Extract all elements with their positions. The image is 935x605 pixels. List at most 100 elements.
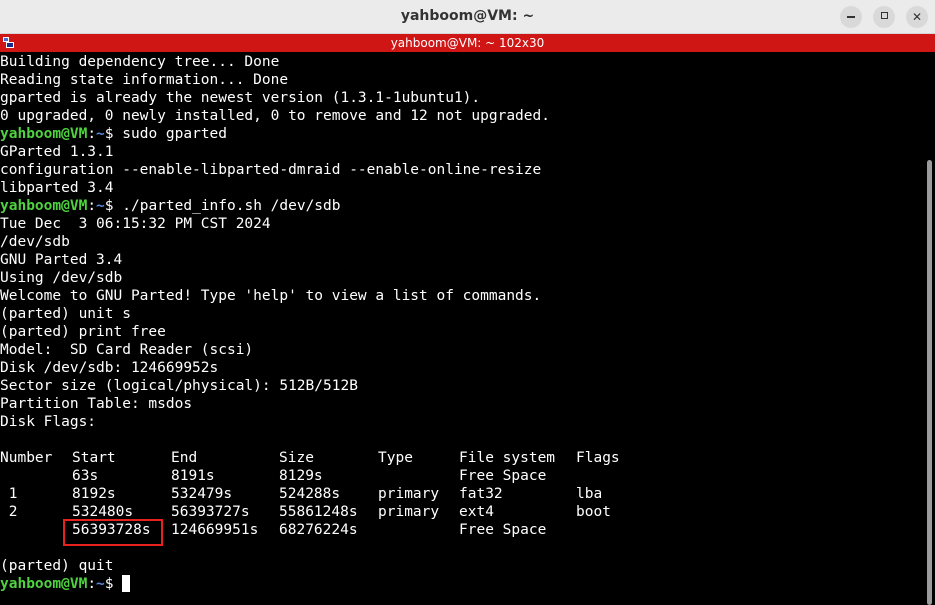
command-text: sudo gparted — [122, 126, 228, 142]
highlight-annotation-box — [63, 519, 163, 546]
table-cell: 55861248s — [279, 504, 358, 520]
window-title: yahboom@VM: ~ — [400, 8, 535, 24]
prompt-symbol: $ — [104, 126, 123, 142]
output-text: /dev/sdb — [0, 234, 70, 250]
output-line: Disk /dev/sdb: 124669952s — [0, 359, 924, 377]
table-cell: Size — [279, 450, 314, 466]
table-cell: Free Space — [459, 522, 547, 538]
command-text: ./parted_info.sh /dev/sdb — [122, 198, 341, 214]
output-line: gparted is already the newest version (1… — [0, 89, 924, 107]
prompt-separator: : — [87, 126, 97, 142]
output-text: libparted 3.4 — [0, 180, 114, 196]
output-line: Building dependency tree... Done — [0, 53, 924, 71]
prompt-path: ~ — [96, 576, 105, 592]
output-line: /dev/sdb — [0, 233, 924, 251]
output-text: Sector size (logical/physical): 512B/512… — [0, 378, 358, 394]
output-line: Using /dev/sdb — [0, 269, 924, 287]
table-cell: 124669951s — [171, 522, 259, 538]
output-text: Welcome to GNU Parted! Type 'help' to vi… — [0, 288, 542, 304]
minimize-icon — [847, 16, 855, 18]
output-text: (parted) quit — [0, 558, 114, 574]
output-line: Model: SD Card Reader (scsi) — [0, 341, 924, 359]
prompt-separator: : — [87, 576, 97, 592]
output-text: gparted is already the newest version (1… — [0, 90, 481, 106]
output-text: Tue Dec 3 06:15:32 PM CST 2024 — [0, 216, 271, 232]
output-line: (parted) unit s — [0, 305, 924, 323]
table-row: 63s 8191s 8129s Free Space — [0, 467, 924, 485]
maximize-button[interactable] — [873, 6, 895, 28]
output-line: Tue Dec 3 06:15:32 PM CST 2024 — [0, 215, 924, 233]
output-line: Welcome to GNU Parted! Type 'help' to vi… — [0, 287, 924, 305]
prompt-line: yahboom@VM:~$ sudo gparted — [0, 125, 924, 143]
prompt-user: yahboom@VM — [0, 198, 88, 214]
output-line: 0 upgraded, 0 newly installed, 0 to remo… — [0, 107, 924, 125]
close-icon: ✕ — [911, 10, 923, 24]
table-cell: 2 — [0, 504, 18, 520]
table-cell: 8191s — [171, 468, 215, 484]
prompt-line: yahboom@VM:~$ — [0, 575, 924, 593]
prompt-user: yahboom@VM — [0, 126, 88, 142]
prompt-separator: : — [87, 198, 97, 214]
output-text: (parted) unit s — [0, 306, 131, 322]
output-text: (parted) print free — [0, 324, 166, 340]
table-cell: End — [171, 450, 198, 466]
title-bar[interactable]: yahboom@VM: ~ ✕ — [0, 0, 935, 34]
table-cell: 1 — [0, 486, 18, 502]
output-text: configuration --enable-libparted-dmraid … — [0, 162, 542, 178]
table-cell: fat32 — [459, 486, 503, 502]
scrollbar-thumb[interactable] — [927, 160, 932, 605]
terminal-tab-bar[interactable]: yahboom@VM: ~ 102x30 — [0, 34, 935, 52]
terminal-tab-title: yahboom@VM: ~ 102x30 — [390, 36, 545, 50]
table-cell: 63s — [72, 468, 99, 484]
table-cell: Flags — [576, 450, 620, 466]
minimize-button[interactable] — [840, 6, 862, 28]
output-line: Sector size (logical/physical): 512B/512… — [0, 377, 924, 395]
table-cell: primary — [378, 504, 440, 520]
prompt-path: ~ — [96, 126, 105, 142]
output-line: Partition Table: msdos — [0, 395, 924, 413]
prompt-path: ~ — [96, 198, 105, 214]
output-text: Model: SD Card Reader (scsi) — [0, 342, 254, 358]
table-cell: ext4 — [459, 504, 494, 520]
output-text: GNU Parted 3.4 — [0, 252, 123, 268]
output-text: Partition Table: msdos — [0, 396, 193, 412]
table-cell: Number — [0, 450, 53, 466]
table-cell: 8192s — [72, 486, 116, 502]
prompt-symbol: $ — [104, 576, 123, 592]
output-text: Disk Flags: — [0, 414, 97, 430]
prompt-symbol: $ — [104, 198, 123, 214]
table-cell: 68276224s — [279, 522, 358, 538]
table-cell: Free Space — [459, 468, 547, 484]
terminal-cursor — [122, 575, 131, 592]
table-cell: 524288s — [279, 486, 341, 502]
table-cell: File system — [459, 450, 556, 466]
output-text: Building dependency tree... Done — [0, 54, 280, 70]
prompt-user: yahboom@VM — [0, 576, 88, 592]
output-line: (parted) print free — [0, 323, 924, 341]
table-cell: boot — [576, 504, 611, 520]
output-text: 0 upgraded, 0 newly installed, 0 to remo… — [0, 108, 550, 124]
output-line: GParted 1.3.1 — [0, 143, 924, 161]
table-header-row: Number Start End Size Type File system Flags — [0, 449, 924, 467]
table-cell: 56393727s — [171, 504, 250, 520]
output-line: Reading state information... Done — [0, 71, 924, 89]
table-cell: 8129s — [279, 468, 323, 484]
output-text: Disk /dev/sdb: 124669952s — [0, 360, 219, 376]
prompt-line: yahboom@VM:~$ ./parted_info.sh /dev/sdb — [0, 197, 924, 215]
output-line: configuration --enable-libparted-dmraid … — [0, 161, 924, 179]
output-text: GParted 1.3.1 — [0, 144, 114, 160]
table-cell: Type — [378, 450, 413, 466]
output-line: Disk Flags: — [0, 413, 924, 431]
output-line: GNU Parted 3.4 — [0, 251, 924, 269]
close-button[interactable]: ✕ — [906, 6, 928, 28]
output-text: Using /dev/sdb — [0, 270, 123, 286]
table-cell: Start — [72, 450, 116, 466]
table-cell: 532479s — [171, 486, 233, 502]
terminal-window: yahboom@VM: ~ ✕ yahboom@VM: ~ 102x30 Bui… — [0, 0, 935, 605]
table-cell: primary — [378, 486, 440, 502]
output-line: (parted) quit — [0, 557, 924, 575]
output-line: libparted 3.4 — [0, 179, 924, 197]
maximize-icon — [880, 12, 888, 19]
output-text: Reading state information... Done — [0, 72, 289, 88]
